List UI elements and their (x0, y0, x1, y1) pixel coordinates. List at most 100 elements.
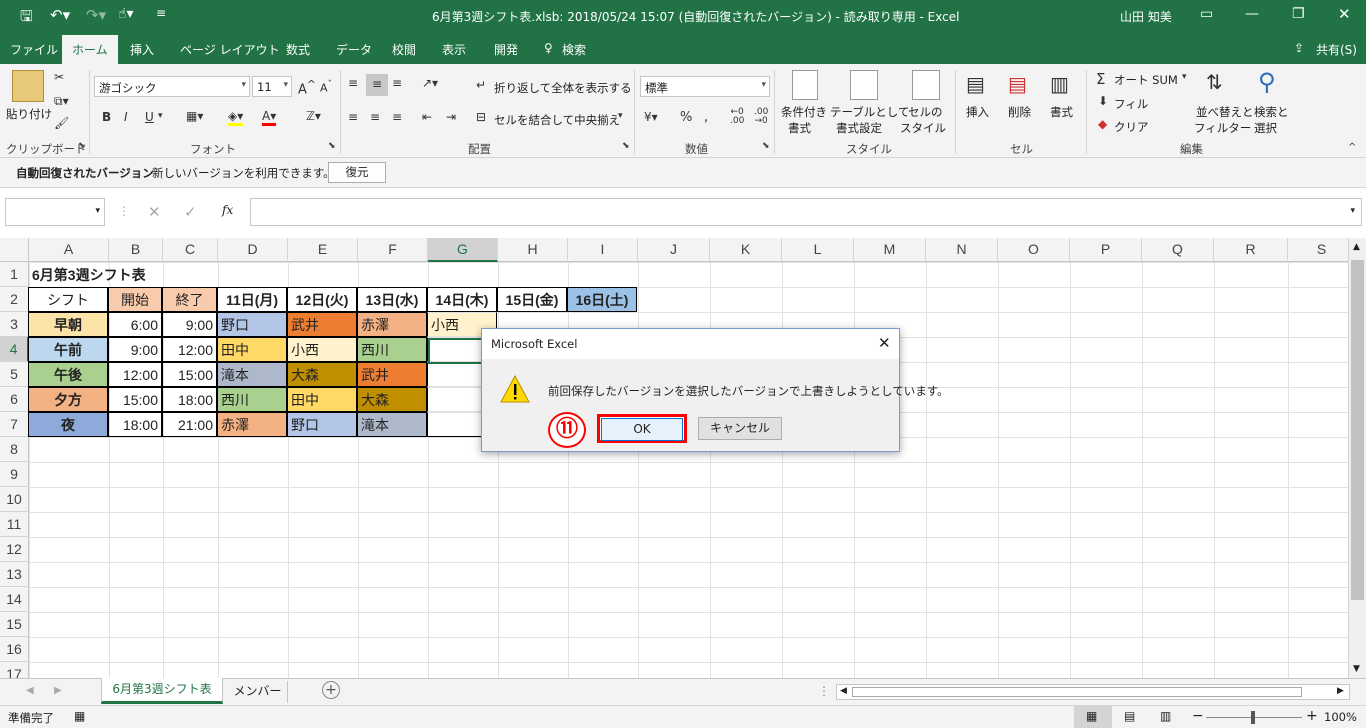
scroll-right-icon[interactable]: ▶ (1337, 686, 1344, 696)
header-cell[interactable]: 15日(金) (497, 287, 567, 312)
column-header-d[interactable]: D (218, 238, 288, 262)
row-header-5[interactable]: 5 (0, 362, 29, 387)
undo-icon[interactable]: ↶▾ (50, 6, 70, 24)
tab-review[interactable]: 校閲 (392, 41, 416, 58)
increase-decimal-icon[interactable]: ←0.00 (730, 108, 744, 126)
sheet-scroll-left-icon[interactable]: ◀ (26, 685, 34, 696)
column-header-m[interactable]: M (854, 238, 926, 262)
percent-button[interactable]: % (680, 110, 692, 125)
name-box[interactable]: ▾ (5, 198, 105, 226)
column-header-h[interactable]: H (498, 238, 568, 262)
header-cell[interactable]: 11日(月) (217, 287, 287, 312)
assignment-cell[interactable]: 田中 (217, 337, 287, 362)
clear-button[interactable]: クリア (1114, 119, 1149, 135)
shift-name-cell[interactable]: 早朝 (28, 312, 108, 337)
cut-icon[interactable]: ✂ (54, 70, 64, 84)
row-header-15[interactable]: 15 (0, 612, 29, 637)
assignment-cell[interactable]: 滝本 (357, 412, 427, 437)
zoom-level[interactable]: 100% (1324, 710, 1357, 724)
autosum-dropdown-icon[interactable]: ▾ (1182, 72, 1187, 82)
header-cell[interactable]: 13日(水) (357, 287, 427, 312)
ribbon-display-icon[interactable]: ▭ (1200, 6, 1213, 22)
header-cell[interactable]: 終了 (162, 287, 217, 312)
insert-cells-icon[interactable]: ▤ (966, 72, 985, 96)
touch-mode-icon[interactable]: ☝▾ (118, 6, 134, 22)
align-top-icon[interactable]: ≡ (348, 76, 358, 90)
share-icon[interactable]: ⇪ (1294, 41, 1304, 55)
increase-font-icon[interactable]: A^ (298, 78, 316, 97)
assignment-cell[interactable]: 小西 (287, 337, 357, 362)
row-header-12[interactable]: 12 (0, 537, 29, 562)
tab-formulas[interactable]: 数式 (286, 41, 310, 58)
format-cells-button[interactable]: 書式 (1050, 104, 1073, 120)
row-header-4[interactable]: 4 (0, 337, 29, 362)
end-time-cell[interactable]: 21:00 (162, 412, 217, 437)
assignment-cell[interactable]: 滝本 (217, 362, 287, 387)
scroll-down-icon[interactable]: ▼ (1353, 664, 1360, 674)
fill-button[interactable]: フィル (1114, 96, 1148, 112)
scroll-up-icon[interactable]: ▲ (1353, 242, 1360, 252)
cancel-entry-icon[interactable]: ✕ (148, 203, 161, 221)
merge-dropdown-icon[interactable]: ▾ (618, 111, 623, 121)
insert-function-button[interactable]: fx (222, 203, 233, 217)
row-header-17[interactable]: 17 (0, 662, 29, 678)
conditional-formatting-icon[interactable] (792, 70, 818, 100)
tab-insert[interactable]: 挿入 (130, 41, 154, 58)
start-time-cell[interactable]: 18:00 (108, 412, 162, 437)
column-header-b[interactable]: B (109, 238, 163, 262)
row-header-10[interactable]: 10 (0, 487, 29, 512)
find-select-icon[interactable]: ⚲ (1258, 68, 1276, 96)
add-sheet-icon[interactable]: + (322, 681, 340, 699)
delete-cells-button[interactable]: 削除 (1008, 104, 1031, 120)
ok-button[interactable]: OK (601, 418, 683, 441)
number-format-combo[interactable]: 標準 ▾ (640, 76, 770, 97)
worksheet-grid[interactable]: ABCDEFGHIJKLMNOPQRS 1 2 3 4 5 6 7 8 9 10 11 12 13 14 1… (0, 238, 1348, 678)
assignment-cell[interactable]: 赤澤 (357, 312, 427, 337)
user-name[interactable]: 山田 知美 (1120, 8, 1172, 25)
underline-dropdown-icon[interactable]: ▾ (158, 111, 163, 121)
autosum-button[interactable]: オート SUM (1114, 72, 1178, 88)
column-header-p[interactable]: P (1070, 238, 1142, 262)
clipboard-paste-icon[interactable] (12, 70, 44, 102)
delete-cells-icon[interactable]: ▤ (1008, 72, 1027, 96)
dialog-launcher-icon[interactable]: ⬊ (78, 141, 86, 151)
format-cells-icon[interactable]: ▥ (1050, 72, 1069, 96)
end-time-cell[interactable]: 18:00 (162, 387, 217, 412)
shift-name-cell[interactable]: 午後 (28, 362, 108, 387)
column-header-q[interactable]: Q (1142, 238, 1214, 262)
column-header-o[interactable]: O (998, 238, 1070, 262)
tab-home[interactable]: ホーム (62, 35, 118, 64)
column-header-f[interactable]: F (358, 238, 428, 262)
merge-center-button[interactable]: セルを結合して中央揃え (494, 112, 620, 128)
column-header-c[interactable]: C (163, 238, 218, 262)
assignment-cell[interactable]: 西川 (217, 387, 287, 412)
format-painter-icon[interactable]: 🖌 (54, 116, 69, 130)
header-cell[interactable]: 12日(火) (287, 287, 357, 312)
sheet-title-cell[interactable]: 6月第3週シフト表 (29, 263, 279, 287)
font-dialog-launcher-icon[interactable]: ⬊ (328, 141, 336, 151)
column-header-i[interactable]: I (568, 238, 638, 262)
tab-data[interactable]: データ (336, 41, 372, 58)
number-dialog-launcher-icon[interactable]: ⬊ (762, 141, 770, 151)
tab-page-layout[interactable]: ページ レイアウト (180, 41, 280, 58)
close-icon[interactable]: ✕ (1338, 5, 1351, 23)
align-middle-icon[interactable]: ≡ (366, 74, 388, 96)
tab-file[interactable]: ファイル (10, 41, 58, 58)
font-size-combo[interactable]: 11 ▾ (252, 76, 292, 97)
zoom-in-icon[interactable]: + (1306, 708, 1318, 724)
assignment-cell[interactable]: 大森 (357, 387, 427, 412)
collapse-ribbon-icon[interactable]: ^ (1348, 142, 1356, 153)
header-cell[interactable]: 14日(木) (427, 287, 497, 312)
row-header-6[interactable]: 6 (0, 387, 29, 412)
phonetic-icon[interactable]: ℤ▾ (306, 109, 321, 123)
orientation-icon[interactable]: ↗▾ (422, 76, 438, 90)
start-time-cell[interactable]: 12:00 (108, 362, 162, 387)
shift-name-cell[interactable]: 夜 (28, 412, 108, 437)
header-cell[interactable]: シフト (28, 287, 108, 312)
row-header-1[interactable]: 1 (0, 262, 29, 287)
horizontal-scroll-thumb[interactable] (852, 687, 1302, 697)
vertical-scroll-thumb[interactable] (1351, 260, 1364, 600)
minimize-icon[interactable]: — (1245, 6, 1259, 22)
column-header-r[interactable]: R (1214, 238, 1288, 262)
copy-icon[interactable]: ⧉▾ (54, 94, 69, 109)
